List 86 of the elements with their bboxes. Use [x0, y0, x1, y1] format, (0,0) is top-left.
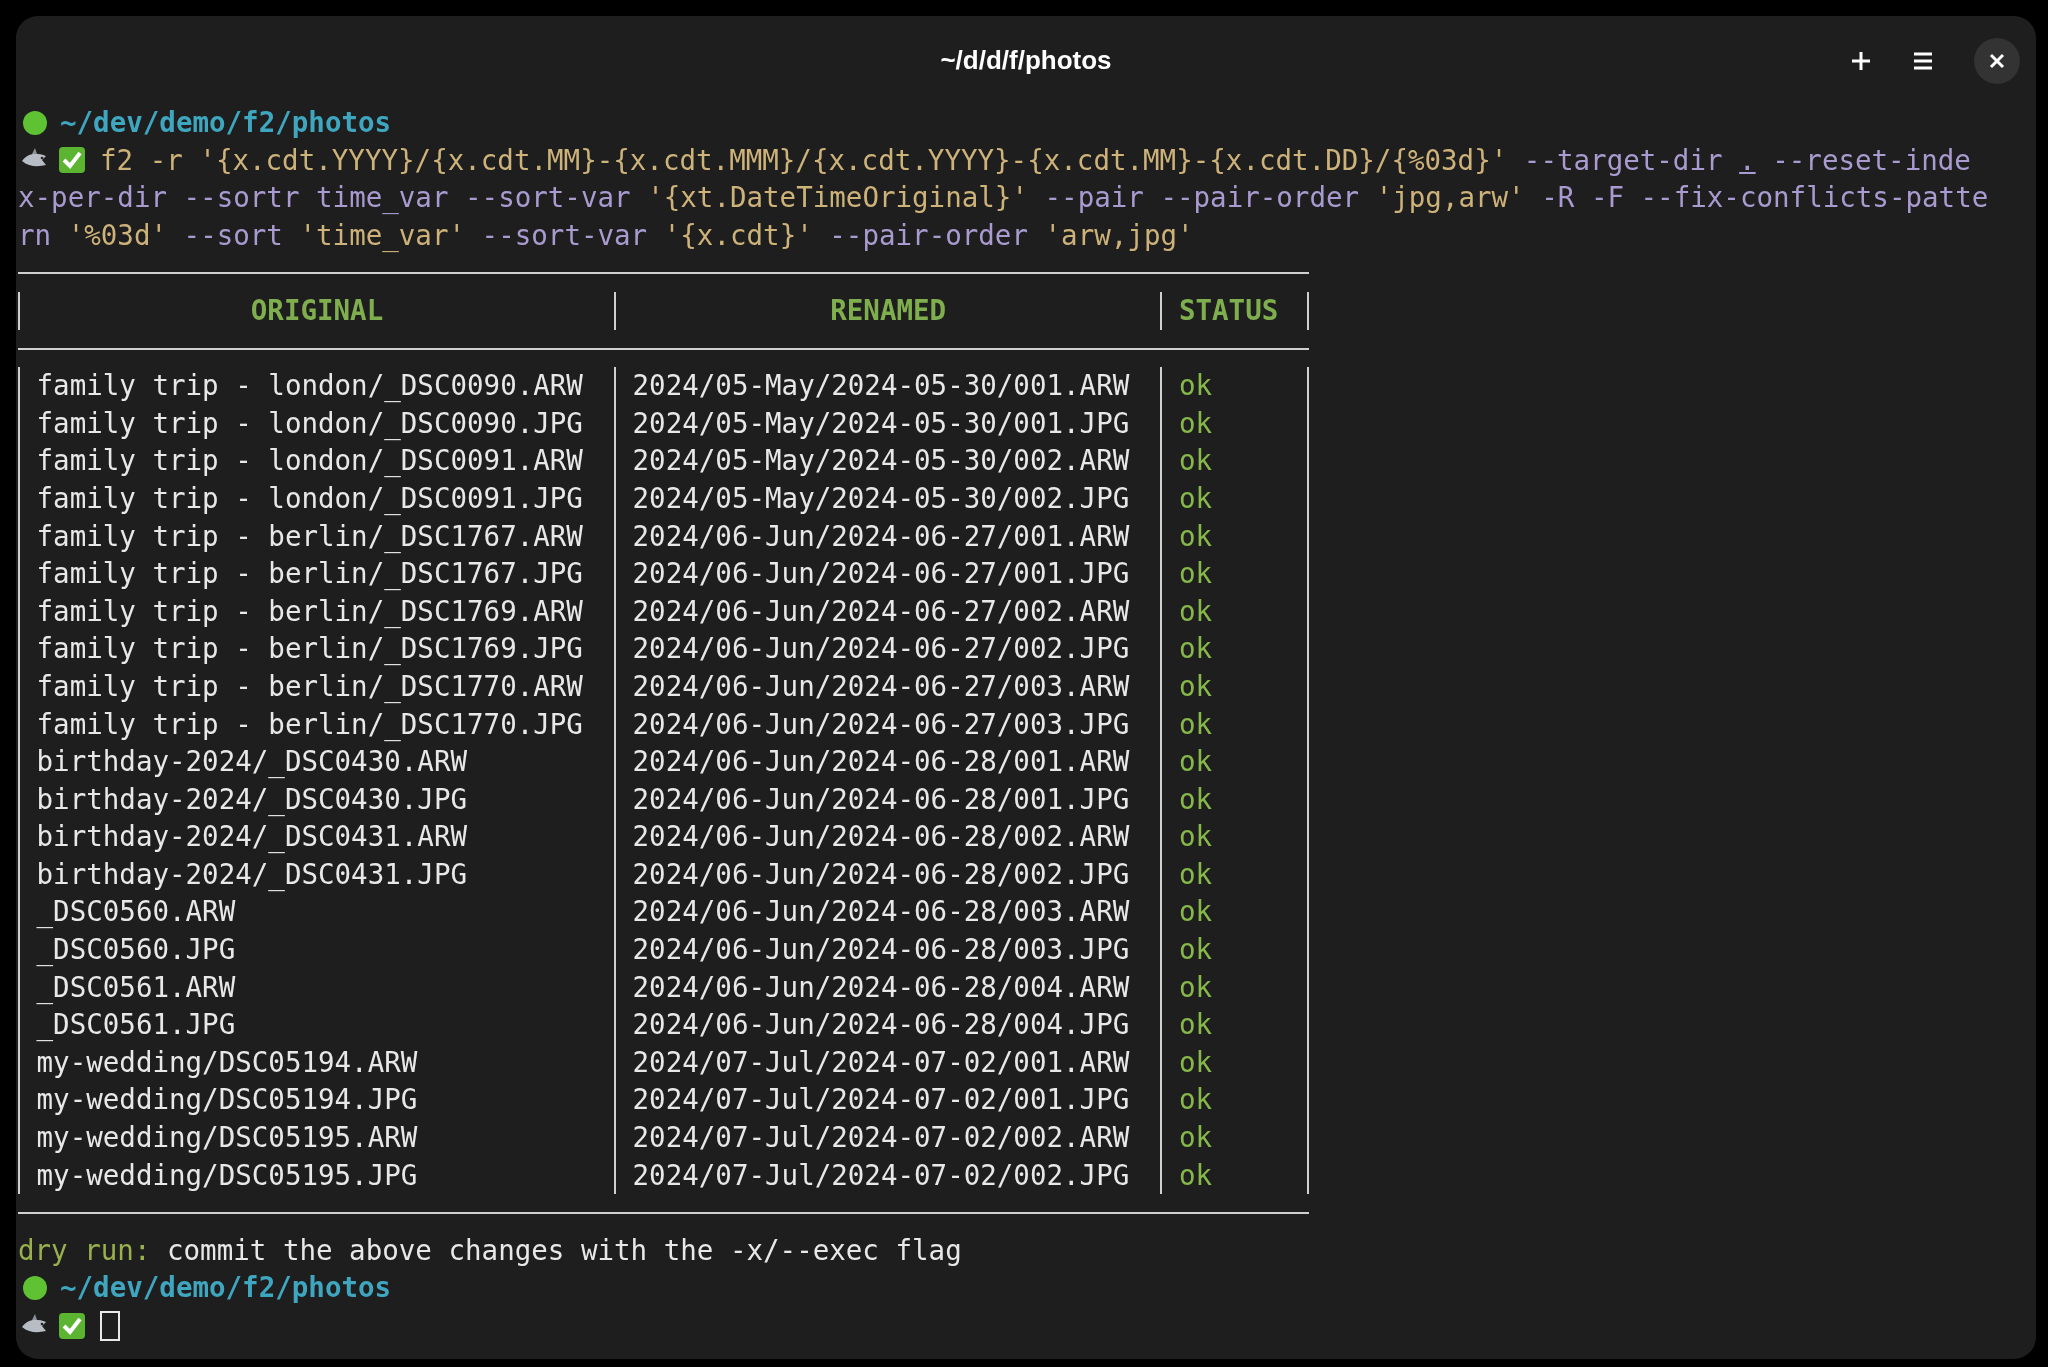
table-cell-text: 2024/06-Jun/2024-06-28/001.ARW: [632, 744, 1130, 780]
column-header: STATUS: [1178, 292, 1279, 328]
status-dot-icon: [22, 1275, 48, 1302]
table-cell-text: birthday-2024/_DSC0430.JPG: [36, 781, 467, 818]
table-cell-text: 2024/06-Jun/2024-06-27/002.ARW: [632, 593, 1130, 629]
table-cell-text: family trip - berlin/_DSC1767.ARW: [36, 518, 583, 555]
table-cell-text: 2024/06-Jun/2024-06-28/004.ARW: [632, 969, 1130, 1005]
status-text: ok: [1178, 668, 1213, 704]
checkmark-icon: [58, 146, 86, 175]
command-text: f2 -r '{x.cdt.YYYY}/{x.cdt.MM}-{x.cdt.MMM}/{x.cdt.YYYY}-{x.cdt.MM}-{x.cdt.DD}/{%03d}' --target-dir . --reset-inde: [100, 142, 1971, 178]
status-text: ok: [1178, 1007, 1213, 1043]
table-cell-text: 2024/06-Jun/2024-06-28/004.JPG: [632, 1007, 1130, 1043]
table-cell-text: _DSC0561.JPG: [36, 1007, 236, 1043]
menu-icon[interactable]: [1912, 51, 1934, 71]
table-cell-text: 2024/05-May/2024-05-30/002.ARW: [632, 443, 1130, 479]
status-text: ok: [1178, 518, 1213, 554]
table-cell-text: 2024/05-May/2024-05-30/001.ARW: [632, 368, 1130, 404]
table-cell-text: my-wedding/DSC05194.JPG: [36, 1082, 418, 1118]
status-text: ok: [1178, 969, 1213, 1005]
status-text: ok: [1178, 819, 1213, 855]
table-cell-text: 2024/05-May/2024-05-30/001.JPG: [632, 405, 1130, 441]
close-icon: [1989, 53, 2005, 69]
status-dot-icon: [22, 109, 48, 136]
table-cell-text: 2024/05-May/2024-05-30/002.JPG: [632, 480, 1130, 516]
dry-run-label: dry run:: [18, 1232, 151, 1268]
table-cell-text: 2024/06-Jun/2024-06-28/002.JPG: [632, 856, 1130, 892]
plus-icon[interactable]: [1850, 50, 1872, 72]
status-text: ok: [1178, 443, 1213, 479]
table-cell-text: birthday-2024/_DSC0430.ARW: [36, 744, 467, 780]
command-text: x-per-dir --sortr time_var --sort-var '{xt.DateTimeOriginal}' --pair --pair-order 'jpg,arw' -R -F --fix-conflicts-patte: [18, 180, 1989, 216]
table-cell-text: 2024/07-Jul/2024-07-02/002.JPG: [632, 1157, 1130, 1193]
prompt-path: ~/dev/demo/f2/photos: [60, 1270, 392, 1306]
table-cell-text: family trip - berlin/_DSC1770.JPG: [36, 706, 583, 743]
status-text: ok: [1178, 1157, 1213, 1193]
table-cell-text: birthday-2024/_DSC0431.ARW: [36, 819, 467, 855]
dry-run-message: commit the above changes with the -x/--exec flag: [167, 1232, 962, 1268]
table-cell-text: 2024/06-Jun/2024-06-27/002.JPG: [632, 631, 1130, 667]
window-title: ~/d/d/f/photos: [940, 44, 1112, 76]
table-cell-text: 2024/07-Jul/2024-07-02/001.ARW: [632, 1044, 1130, 1080]
column-header: RENAMED: [830, 292, 947, 328]
status-text: ok: [1178, 556, 1213, 592]
table-cell-text: family trip - berlin/_DSC1767.JPG: [36, 556, 583, 592]
checkmark-icon: [58, 1311, 86, 1340]
close-button[interactable]: [1974, 38, 2020, 84]
table-cell-text: 2024/07-Jul/2024-07-02/002.ARW: [632, 1120, 1130, 1156]
status-text: ok: [1178, 480, 1213, 516]
table-cell-text: family trip - london/_DSC0091.JPG: [36, 480, 583, 517]
status-text: ok: [1178, 593, 1213, 629]
status-text: ok: [1178, 744, 1213, 780]
status-text: ok: [1178, 631, 1213, 667]
table-cell-text: _DSC0560.JPG: [36, 932, 236, 968]
column-header: ORIGINAL: [250, 292, 384, 328]
status-text: ok: [1178, 856, 1213, 892]
status-text: ok: [1178, 1082, 1213, 1118]
status-text: ok: [1178, 706, 1213, 742]
table-cell-text: family trip - berlin/_DSC1769.JPG: [36, 631, 583, 667]
status-text: ok: [1178, 368, 1213, 404]
table-cell-text: my-wedding/DSC05195.JPG: [36, 1157, 418, 1193]
table-cell-text: family trip - berlin/_DSC1769.ARW: [36, 593, 583, 630]
table-cell-text: 2024/06-Jun/2024-06-27/003.ARW: [632, 668, 1130, 704]
table-cell-text: _DSC0561.ARW: [36, 969, 236, 1006]
table-cell-text: 2024/06-Jun/2024-06-28/003.JPG: [632, 932, 1130, 968]
table-cell-text: birthday-2024/_DSC0431.JPG: [36, 856, 467, 893]
table-cell-text: family trip - london/_DSC0091.ARW: [36, 443, 583, 479]
table-cell-text: 2024/06-Jun/2024-06-27/001.JPG: [632, 556, 1130, 592]
table-cell-text: 2024/06-Jun/2024-06-28/001.JPG: [632, 781, 1130, 817]
command-text: rn '%03d' --sort 'time_var' --sort-var '{x.cdt}' --pair-order 'arw,jpg': [18, 217, 1194, 254]
table-cell-text: 2024/06-Jun/2024-06-27/001.ARW: [632, 518, 1130, 554]
status-text: ok: [1178, 1044, 1213, 1080]
table-cell-text: my-wedding/DSC05194.ARW: [36, 1044, 418, 1080]
status-text: ok: [1178, 781, 1213, 817]
prompt-path: ~/dev/demo/f2/photos: [60, 105, 392, 140]
table-cell-text: 2024/07-Jul/2024-07-02/001.JPG: [632, 1082, 1130, 1118]
table-cell-text: 2024/06-Jun/2024-06-28/002.ARW: [632, 819, 1130, 855]
table-cell-text: family trip - london/_DSC0090.ARW: [36, 368, 583, 404]
table-cell-text: 2024/06-Jun/2024-06-27/003.JPG: [632, 706, 1130, 742]
table-cell-text: 2024/06-Jun/2024-06-28/003.ARW: [632, 894, 1130, 930]
status-text: ok: [1178, 894, 1213, 930]
table-cell-text: family trip - berlin/_DSC1770.ARW: [36, 668, 583, 705]
status-text: ok: [1178, 932, 1213, 968]
table-cell-text: my-wedding/DSC05195.ARW: [36, 1120, 418, 1156]
status-text: ok: [1178, 1120, 1213, 1156]
status-text: ok: [1178, 405, 1213, 441]
table-cell-text: _DSC0560.ARW: [36, 894, 236, 930]
table-cell-text: family trip - london/_DSC0090.JPG: [36, 405, 583, 442]
text-cursor: [100, 1310, 120, 1341]
